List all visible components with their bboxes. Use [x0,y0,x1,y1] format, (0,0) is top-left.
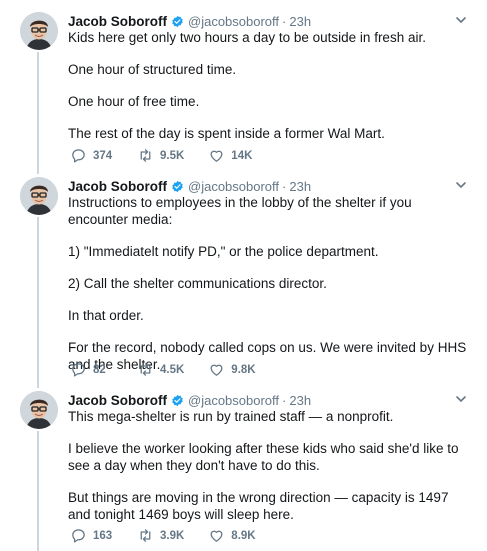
retweet-button[interactable]: 3.9K [137,527,184,544]
author-handle[interactable]: @jacobsoboroff [188,14,279,29]
author-name[interactable]: Jacob Soboroff [68,393,167,408]
reply-button[interactable]: 163 [70,527,113,544]
timestamp[interactable]: 23h [289,14,311,29]
retweet-count: 3.9K [160,529,185,542]
tweet-actions: 82 4.5K 9.8K [70,361,280,378]
retweet-button[interactable]: 9.5K [137,147,184,164]
tweet-header: Jacob Soboroff @jacobsoboroff · 23h [68,12,311,30]
like-count: 8.9K [231,529,256,542]
tweet-header: Jacob Soboroff @jacobsoboroff · 23h [68,391,311,409]
like-icon [210,364,223,376]
like-icon [210,150,223,162]
reply-button[interactable]: 374 [70,147,113,164]
retweet-icon [140,529,151,542]
tweet-text: This mega-shelter is run by trained staf… [68,408,468,538]
tweet-actions: 374 9.5K 14K [70,147,276,164]
reply-icon [72,529,85,543]
verified-badge-icon [172,15,183,27]
retweet-icon [140,363,151,376]
chevron-down-icon[interactable] [455,14,467,26]
like-button[interactable]: 14K [208,147,252,164]
tweet-actions: 163 3.9K 8.9K [70,527,280,544]
like-count: 14K [231,149,253,162]
tweet-paragraph: I believe the worker looking after these… [68,441,459,473]
tweet-paragraph: 2) Call the shelter communications direc… [68,276,327,291]
tweet[interactable]: Jacob Soboroff @jacobsoboroff · 23h Kids… [0,12,487,172]
reply-icon [72,363,85,377]
reply-count: 374 [93,149,113,162]
tweet-text: Instructions to employees in the lobby o… [68,194,468,388]
timestamp[interactable]: 23h [289,179,311,194]
author-handle[interactable]: @jacobsoboroff [188,393,279,408]
avatar[interactable] [20,177,58,215]
retweet-count: 4.5K [160,363,185,376]
like-icon [210,530,223,542]
tweet-paragraph: Instructions to employees in the lobby o… [68,195,412,227]
retweet-count: 9.5K [160,149,185,162]
reply-button[interactable]: 82 [70,361,113,378]
tweet-paragraph: 1) "Immediatelt notify PD," or the polic… [68,244,379,259]
tweet-paragraph: But things are moving in the wrong direc… [68,490,449,522]
chevron-down-icon[interactable] [455,393,467,405]
avatar[interactable] [20,12,58,50]
retweet-button[interactable]: 4.5K [137,361,184,378]
separator-dot: · [282,392,287,408]
tweet-paragraph: This mega-shelter is run by trained staf… [68,409,394,424]
like-button[interactable]: 9.8K [208,361,256,378]
tweet-paragraph: The rest of the day is spent inside a fo… [68,126,385,141]
tweet-header: Jacob Soboroff @jacobsoboroff · 23h [68,177,311,195]
tweet-paragraph: In that order. [68,308,144,323]
separator-dot: · [282,178,287,194]
timestamp[interactable]: 23h [289,393,311,408]
like-count: 9.8K [231,363,256,376]
author-name[interactable]: Jacob Soboroff [68,14,167,29]
tweet-paragraph: Kids here get only two hours a day to be… [68,30,426,45]
tweet-paragraph: One hour of structured time. [68,62,237,77]
tweet[interactable]: Jacob Soboroff @jacobsoboroff · 23h This… [0,391,487,551]
like-button[interactable]: 8.9K [208,527,256,544]
author-handle[interactable]: @jacobsoboroff [188,179,279,194]
tweet-text: Kids here get only two hours a day to be… [68,29,468,157]
author-name[interactable]: Jacob Soboroff [68,179,167,194]
verified-badge-icon [172,180,183,192]
chevron-down-icon[interactable] [455,179,467,191]
reply-count: 163 [93,529,113,542]
tweet-paragraph: One hour of free time. [68,94,200,109]
reply-count: 82 [93,363,106,376]
avatar[interactable] [20,391,58,429]
reply-icon [72,149,85,163]
separator-dot: · [282,13,287,29]
retweet-icon [140,149,151,162]
tweet[interactable]: Jacob Soboroff @jacobsoboroff · 23h Inst… [0,177,487,387]
verified-badge-icon [172,394,183,406]
